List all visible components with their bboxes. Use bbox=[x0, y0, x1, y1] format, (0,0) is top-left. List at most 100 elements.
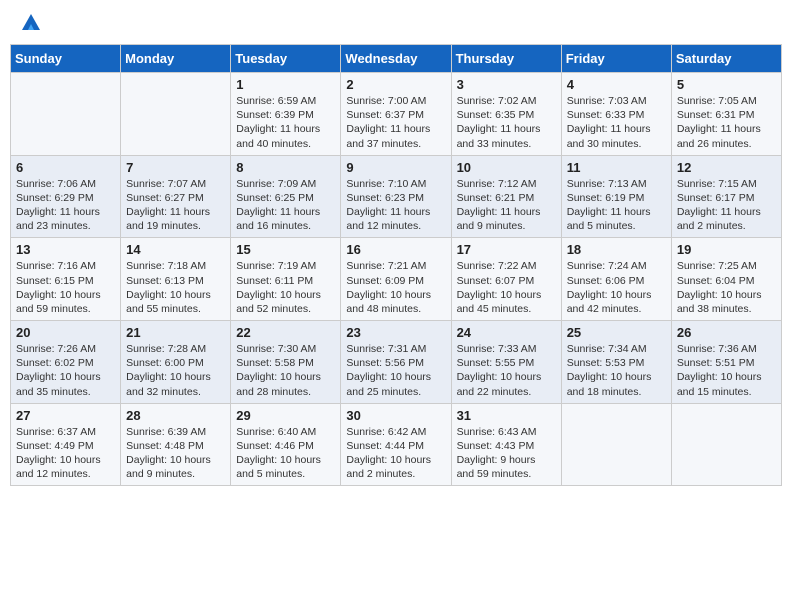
day-cell: 7Sunrise: 7:07 AMSunset: 6:27 PMDaylight… bbox=[121, 155, 231, 238]
col-header-thursday: Thursday bbox=[451, 45, 561, 73]
day-detail: Sunrise: 7:16 AMSunset: 6:15 PMDaylight:… bbox=[16, 259, 115, 316]
day-detail: Sunrise: 7:21 AMSunset: 6:09 PMDaylight:… bbox=[346, 259, 445, 316]
day-number: 22 bbox=[236, 325, 335, 340]
day-number: 26 bbox=[677, 325, 776, 340]
day-detail: Sunrise: 7:05 AMSunset: 6:31 PMDaylight:… bbox=[677, 94, 776, 151]
day-cell: 15Sunrise: 7:19 AMSunset: 6:11 PMDayligh… bbox=[231, 238, 341, 321]
day-cell: 14 Sunrise: 7:18 AMSunset: 6:13 PMDayligh… bbox=[121, 238, 231, 321]
day-detail: Sunrise: 7:10 AMSunset: 6:23 PMDaylight:… bbox=[346, 177, 445, 234]
day-detail: Sunrise: 6:37 AMSunset: 4:49 PMDaylight:… bbox=[16, 425, 115, 482]
day-number: 28 bbox=[126, 408, 225, 423]
day-detail: Sunrise: 7:36 AMSunset: 5:51 PMDaylight:… bbox=[677, 342, 776, 399]
day-detail: Sunrise: 7:28 AMSunset: 6:00 PMDaylight:… bbox=[126, 342, 225, 399]
day-detail: Sunrise: 7:18 AMSunset: 6:13 PMDaylight:… bbox=[126, 259, 225, 316]
day-number: 10 bbox=[457, 160, 556, 175]
day-number: 9 bbox=[346, 160, 445, 175]
day-detail: Sunrise: 7:34 AMSunset: 5:53 PMDaylight:… bbox=[567, 342, 666, 399]
day-number: 16 bbox=[346, 242, 445, 257]
day-detail: Sunrise: 7:07 AMSunset: 6:27 PMDaylight:… bbox=[126, 177, 225, 234]
day-cell: 18 Sunrise: 7:24 AMSunset: 6:06 PMDayligh… bbox=[561, 238, 671, 321]
day-number: 3 bbox=[457, 77, 556, 92]
week-row-2: 6 Sunrise: 7:06 AMSunset: 6:29 PMDaylight… bbox=[11, 155, 782, 238]
day-cell: 4 Sunrise: 7:03 AMSunset: 6:33 PMDaylight… bbox=[561, 73, 671, 156]
day-detail: Sunrise: 6:42 AMSunset: 4:44 PMDaylight:… bbox=[346, 425, 445, 482]
day-cell: 20 Sunrise: 7:26 AMSunset: 6:02 PMDayligh… bbox=[11, 321, 121, 404]
day-cell bbox=[11, 73, 121, 156]
day-cell: 27 Sunrise: 6:37 AMSunset: 4:49 PMDayligh… bbox=[11, 403, 121, 486]
day-number: 20 bbox=[16, 325, 115, 340]
day-number: 15 bbox=[236, 242, 335, 257]
day-cell: 28 Sunrise: 6:39 AMSunset: 4:48 PMDayligh… bbox=[121, 403, 231, 486]
day-cell: 24 Sunrise: 7:33 AMSunset: 5:55 PMDayligh… bbox=[451, 321, 561, 404]
day-cell: 1Sunrise: 6:59 AMSunset: 6:39 PMDaylight… bbox=[231, 73, 341, 156]
week-row-5: 27 Sunrise: 6:37 AMSunset: 4:49 PMDayligh… bbox=[11, 403, 782, 486]
day-number: 2 bbox=[346, 77, 445, 92]
day-number: 14 bbox=[126, 242, 225, 257]
day-number: 30 bbox=[346, 408, 445, 423]
week-row-3: 13 Sunrise: 7:16 AMSunset: 6:15 PMDayligh… bbox=[11, 238, 782, 321]
day-cell: 29 Sunrise: 6:40 AMSunset: 4:46 PMDayligh… bbox=[231, 403, 341, 486]
day-cell: 6 Sunrise: 7:06 AMSunset: 6:29 PMDaylight… bbox=[11, 155, 121, 238]
day-detail: Sunrise: 7:15 AMSunset: 6:17 PMDaylight:… bbox=[677, 177, 776, 234]
day-cell: 26 Sunrise: 7:36 AMSunset: 5:51 PMDayligh… bbox=[671, 321, 781, 404]
day-detail: Sunrise: 7:09 AMSunset: 6:25 PMDaylight:… bbox=[236, 177, 335, 234]
day-detail: Sunrise: 7:06 AMSunset: 6:29 PMDaylight:… bbox=[16, 177, 115, 234]
day-detail: Sunrise: 6:43 AMSunset: 4:43 PMDaylight:… bbox=[457, 425, 556, 482]
day-number: 23 bbox=[346, 325, 445, 340]
week-row-1: 1Sunrise: 6:59 AMSunset: 6:39 PMDaylight… bbox=[11, 73, 782, 156]
day-cell: 13 Sunrise: 7:16 AMSunset: 6:15 PMDayligh… bbox=[11, 238, 121, 321]
day-number: 18 bbox=[567, 242, 666, 257]
day-cell: 22 Sunrise: 7:30 AMSunset: 5:58 PMDayligh… bbox=[231, 321, 341, 404]
day-cell: 2 Sunrise: 7:00 AMSunset: 6:37 PMDaylight… bbox=[341, 73, 451, 156]
day-number: 24 bbox=[457, 325, 556, 340]
day-cell: 12Sunrise: 7:15 AMSunset: 6:17 PMDayligh… bbox=[671, 155, 781, 238]
day-number: 11 bbox=[567, 160, 666, 175]
day-detail: Sunrise: 7:12 AMSunset: 6:21 PMDaylight:… bbox=[457, 177, 556, 234]
day-number: 4 bbox=[567, 77, 666, 92]
day-detail: Sunrise: 7:26 AMSunset: 6:02 PMDaylight:… bbox=[16, 342, 115, 399]
day-number: 8 bbox=[236, 160, 335, 175]
day-cell: 10 Sunrise: 7:12 AMSunset: 6:21 PMDayligh… bbox=[451, 155, 561, 238]
col-header-tuesday: Tuesday bbox=[231, 45, 341, 73]
col-header-sunday: Sunday bbox=[11, 45, 121, 73]
day-number: 1 bbox=[236, 77, 335, 92]
day-cell bbox=[561, 403, 671, 486]
day-number: 6 bbox=[16, 160, 115, 175]
day-number: 17 bbox=[457, 242, 556, 257]
day-number: 19 bbox=[677, 242, 776, 257]
calendar: SundayMondayTuesdayWednesdayThursdayFrid… bbox=[0, 44, 792, 496]
day-detail: Sunrise: 7:03 AMSunset: 6:33 PMDaylight:… bbox=[567, 94, 666, 151]
day-cell: 5 Sunrise: 7:05 AMSunset: 6:31 PMDaylight… bbox=[671, 73, 781, 156]
day-cell bbox=[121, 73, 231, 156]
day-cell: 8 Sunrise: 7:09 AMSunset: 6:25 PMDaylight… bbox=[231, 155, 341, 238]
day-number: 13 bbox=[16, 242, 115, 257]
header-row: SundayMondayTuesdayWednesdayThursdayFrid… bbox=[11, 45, 782, 73]
week-row-4: 20 Sunrise: 7:26 AMSunset: 6:02 PMDayligh… bbox=[11, 321, 782, 404]
day-cell: 30 Sunrise: 6:42 AMSunset: 4:44 PMDayligh… bbox=[341, 403, 451, 486]
day-cell: 3 Sunrise: 7:02 AMSunset: 6:35 PMDaylight… bbox=[451, 73, 561, 156]
day-detail: Sunrise: 6:40 AMSunset: 4:46 PMDaylight:… bbox=[236, 425, 335, 482]
day-number: 21 bbox=[126, 325, 225, 340]
logo bbox=[18, 12, 42, 34]
col-header-monday: Monday bbox=[121, 45, 231, 73]
day-cell: 9 Sunrise: 7:10 AMSunset: 6:23 PMDaylight… bbox=[341, 155, 451, 238]
day-detail: Sunrise: 6:39 AMSunset: 4:48 PMDaylight:… bbox=[126, 425, 225, 482]
day-number: 25 bbox=[567, 325, 666, 340]
col-header-saturday: Saturday bbox=[671, 45, 781, 73]
day-detail: Sunrise: 7:33 AMSunset: 5:55 PMDaylight:… bbox=[457, 342, 556, 399]
day-number: 29 bbox=[236, 408, 335, 423]
day-number: 31 bbox=[457, 408, 556, 423]
day-cell: 11Sunrise: 7:13 AMSunset: 6:19 PMDayligh… bbox=[561, 155, 671, 238]
day-detail: Sunrise: 7:00 AMSunset: 6:37 PMDaylight:… bbox=[346, 94, 445, 151]
day-detail: Sunrise: 7:30 AMSunset: 5:58 PMDaylight:… bbox=[236, 342, 335, 399]
day-number: 27 bbox=[16, 408, 115, 423]
day-detail: Sunrise: 7:31 AMSunset: 5:56 PMDaylight:… bbox=[346, 342, 445, 399]
day-number: 5 bbox=[677, 77, 776, 92]
day-detail: Sunrise: 7:24 AMSunset: 6:06 PMDaylight:… bbox=[567, 259, 666, 316]
day-cell bbox=[671, 403, 781, 486]
day-detail: Sunrise: 7:02 AMSunset: 6:35 PMDaylight:… bbox=[457, 94, 556, 151]
col-header-friday: Friday bbox=[561, 45, 671, 73]
day-cell: 19Sunrise: 7:25 AMSunset: 6:04 PMDayligh… bbox=[671, 238, 781, 321]
day-cell: 31 Sunrise: 6:43 AMSunset: 4:43 PMDayligh… bbox=[451, 403, 561, 486]
day-cell: 16 Sunrise: 7:21 AMSunset: 6:09 PMDayligh… bbox=[341, 238, 451, 321]
